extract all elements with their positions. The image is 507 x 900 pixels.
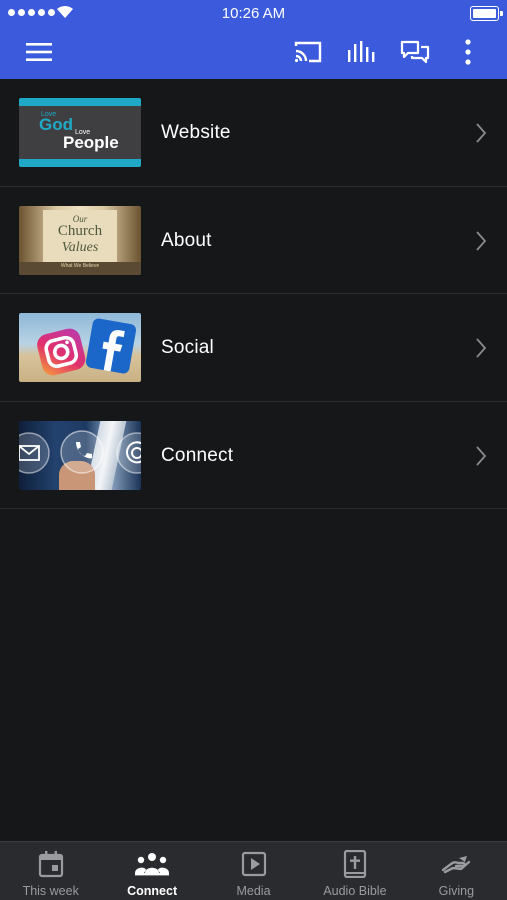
tab-this-week[interactable]: This week (0, 842, 101, 900)
list-item-label: About (161, 229, 212, 251)
thumb-text: God (39, 115, 73, 134)
thumb-text: What We Believe (60, 262, 100, 269)
tab-label: Audio Bible (323, 884, 387, 898)
tab-giving[interactable]: Giving (406, 842, 507, 900)
calendar-icon (38, 851, 63, 878)
audio-button[interactable] (344, 36, 378, 68)
app-header: 10:26 AM (0, 0, 507, 79)
tab-label: Media (236, 884, 271, 898)
tab-label: Connect (127, 884, 178, 898)
mail-icon (19, 431, 50, 474)
giving-hand-icon (442, 856, 471, 874)
tab-label: This week (22, 884, 79, 898)
play-icon (241, 851, 266, 877)
phone-icon (60, 429, 104, 474)
chevron-right-icon (476, 230, 487, 251)
menu-button[interactable] (22, 36, 56, 68)
battery-icon (470, 6, 503, 21)
list-item-connect[interactable]: Connect (0, 402, 507, 509)
list-item-label: Connect (161, 444, 234, 466)
tab-connect[interactable]: Connect (101, 842, 202, 900)
list-item-label: Social (161, 337, 214, 358)
audio-bars-icon (348, 41, 375, 62)
at-icon (116, 431, 141, 474)
thumb-text: Values (61, 239, 99, 255)
chevron-right-icon (476, 123, 487, 143)
tab-media[interactable]: Media (203, 842, 304, 900)
chat-button[interactable] (398, 36, 432, 68)
social-thumbnail (19, 313, 141, 382)
tab-audio-bible[interactable]: Audio Bible (304, 842, 405, 900)
facebook-logo (85, 318, 137, 374)
about-thumbnail: What We Believe Our Church Values (19, 205, 141, 275)
thumb-text: Church (57, 222, 103, 239)
website-thumbnail: Love God Love People (19, 98, 141, 167)
instagram-logo (37, 328, 86, 376)
chat-icon (400, 40, 430, 64)
list-item-label: Website (161, 122, 231, 143)
more-button[interactable] (455, 36, 481, 68)
cast-icon (294, 41, 322, 63)
list-item-social[interactable]: Social (0, 294, 507, 402)
more-vertical-icon (465, 39, 471, 65)
list-item-about[interactable]: What We Believe Our Church Values About (0, 187, 507, 294)
list-item-website[interactable]: Love God Love People Website (0, 79, 507, 187)
cast-button[interactable] (290, 36, 326, 68)
hamburger-menu-icon (26, 43, 52, 61)
chevron-right-icon (476, 445, 487, 466)
status-time: 10:26 AM (221, 5, 286, 22)
tab-label: Giving (438, 884, 475, 898)
connect-thumbnail (19, 420, 141, 490)
status-bar: 10:26 AM (0, 0, 507, 28)
chevron-right-icon (476, 338, 487, 358)
thumb-text: People (63, 133, 119, 152)
connect-list: Love God Love People Website What We Bel… (0, 79, 507, 509)
bottom-tab-bar: This week Connect Media Audio Bible Givi… (0, 841, 507, 900)
bible-icon (343, 850, 367, 878)
people-icon (135, 853, 170, 876)
